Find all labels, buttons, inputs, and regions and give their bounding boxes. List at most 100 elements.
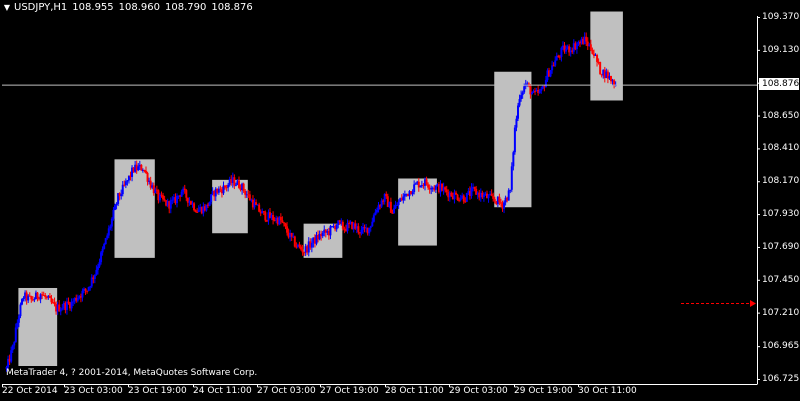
bear-candle (162, 195, 165, 200)
bear-candle (30, 296, 33, 300)
bear-candle (300, 246, 302, 250)
time-tick-label: 24 Oct 11:00 (193, 386, 252, 396)
alert-arrow-icon (750, 300, 756, 308)
bear-candle (48, 295, 51, 299)
bull-candle (515, 118, 518, 128)
bull-candle (110, 218, 113, 227)
bear-candle (140, 164, 143, 171)
bear-candle (185, 190, 188, 198)
bull-candle (121, 184, 124, 195)
bull-candle (507, 190, 510, 201)
bull-candle (107, 228, 110, 236)
bull-candle (21, 299, 23, 305)
bear-candle (596, 54, 599, 62)
chevron-down-icon[interactable]: ▼ (0, 0, 14, 16)
bear-candle (244, 190, 247, 195)
bear-candle (242, 183, 245, 191)
bull-candle (93, 274, 96, 279)
bear-candle (455, 192, 457, 195)
bull-candle (101, 248, 104, 253)
bull-candle (360, 229, 363, 234)
bear-candle (490, 193, 493, 196)
bull-candle (96, 266, 99, 270)
time-tick-label: 30 Oct 11:00 (578, 386, 637, 396)
bear-candle (163, 199, 166, 201)
bull-candle (100, 252, 103, 263)
bull-candle (208, 201, 211, 207)
time-tick-label: 27 Oct 19:00 (320, 386, 379, 396)
bull-candle (470, 187, 473, 196)
bull-candle (397, 201, 400, 206)
low-value: 108.790 (165, 2, 207, 13)
bull-candle (513, 127, 516, 153)
bull-candle (104, 238, 107, 245)
bull-candle (124, 181, 127, 186)
bull-candle (371, 221, 374, 227)
bear-candle (425, 179, 428, 185)
bull-candle (482, 194, 485, 198)
bear-candle (301, 249, 304, 253)
chart-header: ▼ USDJPY,H1 108.955 108.960 108.790 108.… (0, 0, 253, 16)
bear-candle (385, 193, 388, 197)
bull-candle (414, 183, 417, 185)
chart-window[interactable]: ▼ USDJPY,H1 108.955 108.960 108.790 108.… (0, 0, 800, 401)
bull-candle (372, 215, 375, 222)
symbol-label: USDJPY,H1 (14, 2, 68, 13)
bull-candle (411, 192, 414, 195)
bull-candle (329, 226, 332, 236)
bull-candle (554, 60, 557, 66)
bull-candle (321, 232, 324, 237)
bull-candle (538, 90, 541, 93)
bull-candle (81, 290, 84, 298)
bear-candle (219, 188, 222, 190)
bear-candle (264, 212, 267, 221)
bull-candle (33, 299, 36, 301)
bull-candle (98, 262, 101, 267)
bull-candle (180, 191, 183, 197)
bear-candle (86, 290, 89, 292)
bull-candle (17, 316, 20, 323)
bull-candle (310, 243, 313, 248)
bull-candle (402, 196, 405, 201)
bull-candle (11, 345, 14, 351)
bull-candle (227, 184, 230, 188)
bear-candle (193, 203, 196, 211)
bear-candle (224, 185, 227, 188)
price-chart[interactable] (0, 0, 800, 401)
bear-candle (238, 180, 240, 188)
bear-candle (599, 61, 602, 75)
price-tick-label: 106.725 (762, 374, 800, 384)
bull-candle (234, 184, 237, 186)
bear-candle (44, 295, 47, 298)
bear-candle (290, 232, 293, 237)
bull-candle (487, 195, 490, 199)
price-tick-label: 107.210 (762, 307, 800, 318)
bear-candle (262, 211, 265, 213)
bull-candle (70, 301, 73, 309)
bull-candle (112, 209, 115, 219)
bear-candle (499, 202, 502, 204)
bull-candle (103, 244, 106, 249)
bear-candle (145, 170, 147, 173)
bear-candle (36, 292, 39, 299)
copyright-text: MetaTrader 4, ? 2001-2014, MetaQuotes So… (6, 368, 258, 378)
bear-candle (194, 210, 197, 212)
bear-candle (589, 44, 592, 51)
bull-candle (503, 202, 506, 209)
bear-candle (272, 215, 275, 221)
bull-candle (368, 227, 371, 234)
open-value: 108.955 (72, 2, 114, 13)
bear-candle (444, 187, 447, 190)
bull-candle (120, 194, 123, 197)
bull-candle (59, 309, 62, 312)
bear-candle (585, 36, 588, 42)
bear-candle (389, 201, 392, 213)
bear-candle (67, 301, 70, 304)
bull-candle (109, 226, 112, 229)
time-tick-label: 22 Oct 2014 (2, 386, 58, 396)
bear-candle (450, 192, 453, 197)
price-tick-label: 107.450 (762, 274, 800, 285)
price-tick-label: 108.650 (762, 110, 800, 121)
bear-candle (196, 211, 199, 213)
bull-candle (393, 208, 395, 214)
